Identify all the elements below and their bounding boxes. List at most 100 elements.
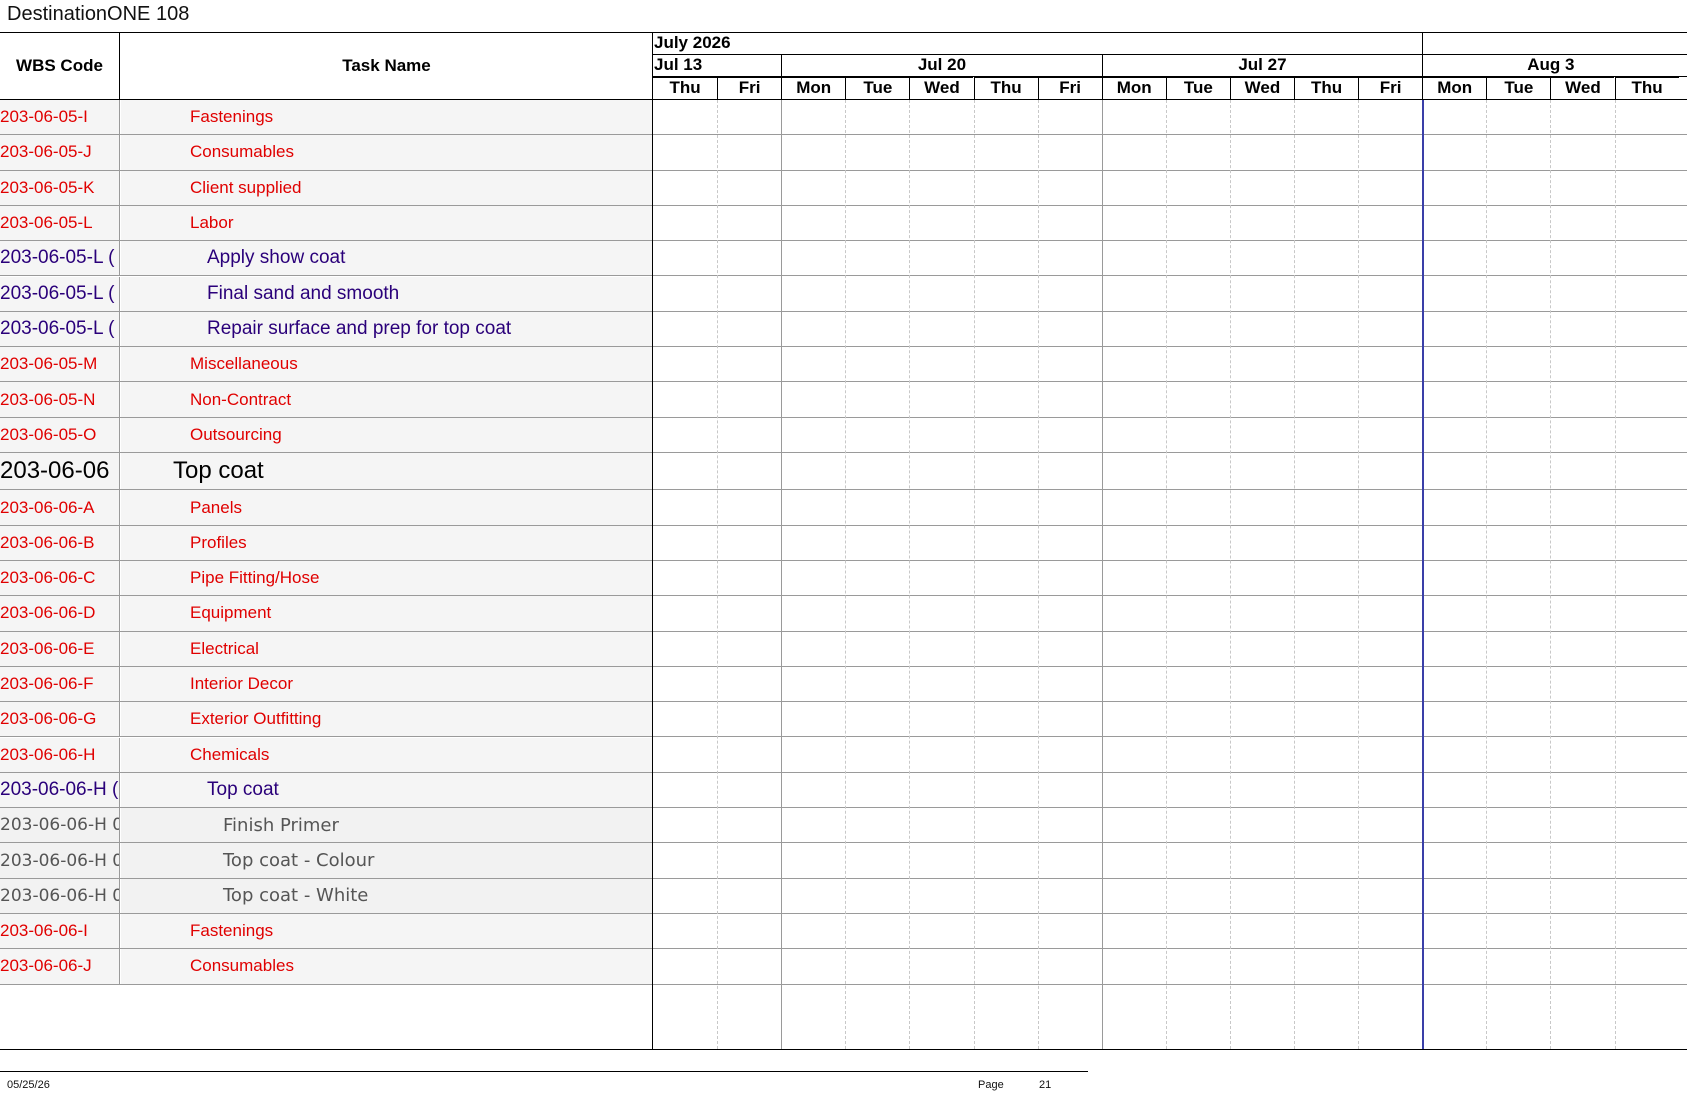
day-label: Tue [1165,77,1230,99]
task-name-cell[interactable]: Pipe Fitting/Hose [121,561,652,596]
task-name-cell[interactable]: Repair surface and prep for top coat [121,311,652,347]
task-name-cell[interactable]: Consumables [121,949,652,984]
header-divider [0,99,1687,100]
week-label: Aug 3 [1422,55,1678,76]
task-row[interactable]: 203-06-06-I Fastenings [0,914,1687,950]
task-row[interactable]: 203-06-05-L (Repair surface and prep for… [0,311,1687,348]
wbs-code-cell[interactable]: 203-06-05-M [0,347,120,382]
wbs-code-cell[interactable]: 203-06-05-L [0,205,120,241]
task-row[interactable]: 203-06-06 Top coat [0,453,1687,491]
task-name-cell[interactable]: Apply show coat [121,241,652,276]
wbs-code-cell[interactable]: 203-06-05-I [0,100,120,135]
wbs-code-cell[interactable]: 203-06-06-G [0,702,120,737]
wbs-code-cell[interactable]: 203-06-06-I [0,914,120,949]
task-row[interactable]: 203-06-05-M Miscellaneous [0,347,1687,383]
timescale-week-tier: Jul 13 Jul 20 Jul 27 Aug 3 [653,55,1687,77]
timescale-month-tier: July 2026 [653,33,1687,55]
task-row[interactable]: 203-06-05-J Consumables [0,135,1687,171]
task-name-cell[interactable]: Labor [121,205,652,241]
wbs-code-cell[interactable]: 203-06-06-H ( [0,772,120,808]
footer-date: 05/25/26 [7,1079,50,1091]
task-name-cell[interactable]: Exterior Outfitting [121,702,652,737]
task-name-cell[interactable]: Electrical [121,631,652,666]
week-label: Jul 13 [654,55,703,74]
wbs-code-cell[interactable]: 203-06-06-H 01 [0,878,120,913]
task-row[interactable]: 203-06-05-I Fastenings [0,100,1687,136]
task-row[interactable]: 203-06-06-J Consumables [0,949,1687,985]
wbs-code-cell[interactable]: 203-06-06-H 01 [0,843,120,878]
task-name-cell[interactable]: Outsourcing [121,417,652,452]
task-row[interactable]: 203-06-06-D Equipment [0,596,1687,632]
footer-page-label: Page [978,1079,1004,1091]
task-row[interactable]: 203-06-06-F Interior Decor [0,666,1687,703]
task-name-cell[interactable]: Top coat - Colour [121,843,652,878]
day-label: Mon [1422,77,1487,99]
wbs-column-header[interactable]: WBS Code [0,33,120,99]
footer-page-number: 21 [1039,1079,1052,1091]
wbs-code-cell[interactable]: 203-06-06 [0,453,120,490]
task-row[interactable]: 203-06-05-L (Apply show coat [0,241,1687,277]
task-row[interactable]: 203-06-06-H 01Finish Primer [0,808,1687,844]
day-label: Tue [845,77,910,99]
task-row[interactable]: 203-06-06-G Exterior Outfitting [0,702,1687,738]
task-name-cell[interactable]: Non-Contract [121,382,652,417]
task-name-cell[interactable]: Fastenings [121,100,652,135]
task-row[interactable]: 203-06-06-H (Top coat [0,772,1687,809]
task-name-cell[interactable]: Panels [121,490,652,525]
day-label: Wed [909,77,974,99]
task-name-cell[interactable]: Top coat [121,772,652,808]
task-name-cell[interactable]: Miscellaneous [121,347,652,382]
task-row[interactable]: 203-06-06-E Electrical [0,631,1687,667]
task-name-cell[interactable]: Final sand and smooth [121,276,652,311]
wbs-code-cell[interactable]: 203-06-06-F [0,666,120,702]
wbs-code-cell[interactable]: 203-06-06-D [0,596,120,631]
wbs-code-cell[interactable]: 203-06-05-L ( [0,276,120,311]
week-label: Jul 27 [1101,55,1423,76]
day-label: Fri [717,77,782,99]
wbs-code-cell[interactable]: 203-06-06-H 01 [0,808,120,843]
task-row[interactable]: 203-06-06-H 01Top coat - Colour [0,843,1687,879]
document-title: DestinationONE 108 [7,3,190,25]
wbs-code-cell[interactable]: 203-06-05-O [0,417,120,452]
task-row[interactable]: 203-06-06-C Pipe Fitting/Hose [0,561,1687,597]
task-name-cell[interactable]: Chemicals [121,737,652,772]
task-name-cell[interactable]: Client supplied [121,170,652,205]
wbs-code-cell[interactable]: 203-06-05-L ( [0,241,120,276]
day-label: Mon [1101,77,1166,99]
wbs-code-cell[interactable]: 203-06-06-C [0,561,120,596]
task-name-cell[interactable]: Consumables [121,135,652,170]
task-name-cell[interactable]: Profiles [121,525,652,560]
task-name-cell[interactable]: Top coat [121,453,652,490]
table-chart-divider[interactable] [652,33,653,1049]
wbs-code-cell[interactable]: 203-06-05-L ( [0,311,120,347]
wbs-code-cell[interactable]: 203-06-05-K [0,170,120,205]
task-name-cell[interactable]: Equipment [121,596,652,631]
task-row[interactable]: 203-06-06-H 01Top coat - White [0,878,1687,914]
wbs-code-cell[interactable]: 203-06-06-H [0,737,120,772]
wbs-code-cell[interactable]: 203-06-05-N [0,382,120,417]
task-name-cell[interactable]: Top coat - White [121,878,652,913]
day-label: Fri [1358,77,1423,99]
task-name-column-header[interactable]: Task Name [121,33,652,99]
day-label: Thu [653,77,718,99]
wbs-code-cell[interactable]: 203-06-06-J [0,949,120,984]
week-label: Jul 20 [781,55,1102,76]
task-row[interactable]: 203-06-06-H Chemicals [0,737,1687,773]
day-label: Mon [781,77,846,99]
task-name-cell[interactable]: Finish Primer [121,808,652,843]
task-row[interactable]: 203-06-06-A Panels [0,490,1687,526]
task-row[interactable]: 203-06-05-O Outsourcing [0,417,1687,453]
task-row[interactable]: 203-06-05-N Non-Contract [0,382,1687,418]
task-row[interactable]: 203-06-05-K Client supplied [0,170,1687,206]
task-row[interactable]: 203-06-05-L (Final sand and smooth [0,276,1687,312]
day-label: Thu [1614,77,1679,99]
wbs-code-cell[interactable]: 203-06-06-A [0,490,120,525]
wbs-code-cell[interactable]: 203-06-06-B [0,525,120,560]
task-name-cell[interactable]: Interior Decor [121,666,652,702]
gantt-sheet: WBS Code Task Name July 2026 Jul 13 Jul 2… [0,32,1687,1050]
wbs-code-cell[interactable]: 203-06-06-E [0,631,120,666]
wbs-code-cell[interactable]: 203-06-05-J [0,135,120,170]
task-name-cell[interactable]: Fastenings [121,914,652,949]
task-row[interactable]: 203-06-05-L Labor [0,205,1687,242]
task-row[interactable]: 203-06-06-B Profiles [0,525,1687,561]
